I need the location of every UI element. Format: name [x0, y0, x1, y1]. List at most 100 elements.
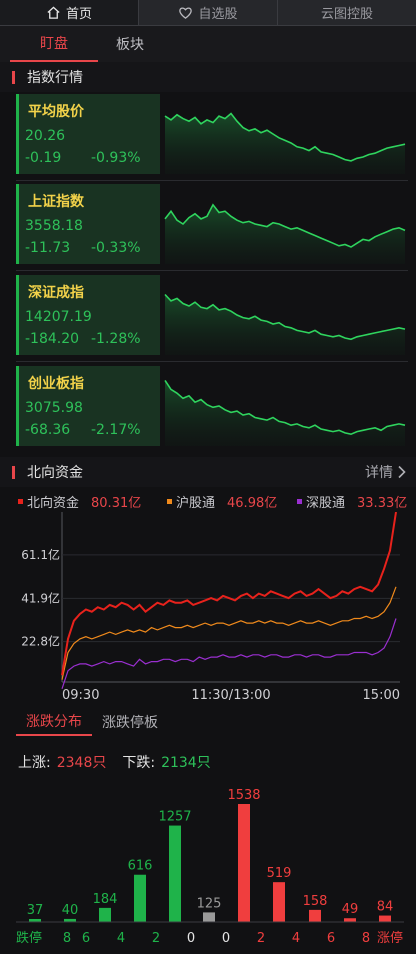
legend-label: 沪股通 — [176, 496, 216, 511]
index-name: 创业板指 — [28, 376, 84, 392]
series-line — [61, 618, 397, 689]
spark-area — [165, 380, 405, 446]
index-row[interactable]: 上证指数 3558.18 -11.73 -0.33% — [16, 184, 408, 268]
y-tick-label: 41.9亿 — [21, 590, 60, 605]
index-sparkline — [164, 203, 406, 264]
index-sparkline — [164, 112, 406, 174]
sub-tabs: 盯盘 板块 — [0, 26, 416, 62]
x-category-label: 涨停 — [377, 930, 403, 946]
legend-value: 80.31亿 — [91, 496, 142, 511]
index-name: 深证成指 — [28, 285, 84, 301]
index-card: 创业板指 3075.98 -68.36 -2.17% — [16, 366, 160, 446]
bar-value-label: 40 — [62, 903, 79, 918]
tab-home[interactable]: 首页 — [0, 0, 139, 25]
tab-watchlist[interactable]: 自选股 — [139, 0, 278, 25]
index-card: 平均股价 20.26 -0.19 -0.93% — [16, 94, 160, 174]
distribution-chart: 37 401846161257125153851915849 84跌停 8 6 4 2 0 0 2… — [16, 788, 404, 946]
bar — [309, 909, 321, 922]
index-card: 深证成指 14207.19 -184.20 -1.28% — [16, 275, 160, 355]
bar — [99, 907, 111, 922]
legend-label: 深股通 — [306, 496, 346, 511]
north-capital-chart: 61.1亿 41.9亿 22.8亿 09:30 11:30/13:00 15:00 — [21, 512, 400, 703]
index-row[interactable]: 平均股价 20.26 -0.19 -0.93% — [16, 94, 408, 178]
x-tick-label: 09:30 — [62, 688, 99, 703]
details-link[interactable]: 详情 — [365, 462, 406, 482]
index-row[interactable]: 创业板指 3075.98 -68.36 -2.17% — [16, 366, 408, 450]
x-category-label: 6 — [82, 931, 90, 946]
bar-value-label: 1257 — [158, 810, 191, 825]
index-change: -184.20 — [25, 331, 80, 347]
spark-area — [165, 204, 405, 264]
bar-value-label: 616 — [128, 859, 153, 874]
legend-value: 33.33亿 — [357, 496, 408, 511]
y-tick-label: 22.8亿 — [21, 634, 60, 649]
bar — [134, 874, 146, 922]
index-name: 上证指数 — [28, 194, 84, 210]
tab-distribution[interactable]: 涨跌分布 — [16, 708, 92, 736]
north-section-header: 北向资金 详情 — [0, 457, 416, 487]
bar — [273, 882, 285, 922]
index-percent: -1.28% — [91, 331, 141, 347]
index-price: 20.26 — [25, 128, 66, 144]
bar — [169, 825, 181, 922]
index-name: 平均股价 — [28, 104, 84, 120]
bar-value-label: 84 — [377, 900, 394, 915]
up-count: 2348只 — [56, 755, 107, 771]
down-label: 下跌: — [122, 755, 156, 771]
index-price: 3075.98 — [25, 400, 83, 416]
x-category-label: 4 — [117, 931, 125, 946]
index-section-title: 指数行情 — [27, 70, 83, 86]
north-legend: 北向资金 80.31亿 沪股通 46.98亿 深股通 33.33亿 — [0, 490, 416, 512]
bar — [379, 915, 391, 922]
bar — [203, 912, 215, 922]
chevron-right-icon — [398, 465, 406, 479]
section-marker — [12, 465, 15, 479]
index-percent: -0.93% — [91, 150, 141, 166]
legend-swatch — [167, 499, 172, 504]
bar-value-label: 125 — [197, 896, 222, 911]
top-nav: 首页 自选股 云图控股 — [0, 0, 416, 26]
distribution-tabs: 涨跌分布 涨跌停板 — [0, 708, 416, 736]
x-category-label: 8 — [362, 931, 370, 946]
index-row[interactable]: 深证成指 14207.19 -184.20 -1.28% — [16, 275, 408, 359]
x-category-label: 6 — [327, 931, 335, 946]
x-category-label: 2 — [257, 931, 265, 946]
x-category-label: 4 — [292, 931, 300, 946]
updown-summary: 上涨: 2348只 下跌: 2134只 — [18, 752, 211, 772]
series-line — [61, 512, 397, 676]
index-price: 3558.18 — [25, 218, 83, 234]
x-category-label: 跌停 — [16, 930, 42, 946]
bar-value-label: 519 — [267, 866, 292, 881]
tab-stock[interactable]: 云图控股 — [278, 0, 416, 25]
home-icon — [47, 6, 60, 19]
subtab-sectors[interactable]: 板块 — [98, 26, 162, 62]
tab-limit-board[interactable]: 涨跌停板 — [102, 708, 158, 736]
details-label: 详情 — [365, 465, 393, 481]
index-card: 上证指数 3558.18 -11.73 -0.33% — [16, 184, 160, 264]
index-change: -0.19 — [25, 150, 62, 166]
index-percent: -2.17% — [91, 422, 141, 438]
divider — [16, 270, 408, 271]
down-count: 2134只 — [161, 755, 211, 771]
legend-swatch — [297, 499, 302, 504]
bar — [344, 918, 356, 922]
subtab-watch[interactable]: 盯盘 — [10, 26, 98, 62]
legend-item-sz: 深股通 33.33亿 — [297, 492, 407, 511]
index-change: -11.73 — [25, 240, 71, 256]
index-sparkline — [164, 293, 406, 355]
divider — [16, 361, 408, 362]
bar — [238, 804, 250, 922]
index-section-header: 指数行情 — [0, 62, 416, 92]
index-price: 14207.19 — [25, 309, 92, 325]
legend-value: 46.98亿 — [227, 496, 278, 511]
spark-area — [165, 294, 405, 355]
bar-value-label: 184 — [93, 892, 118, 907]
x-category-label: 0 — [222, 931, 230, 946]
bar-value-label: 37 — [27, 903, 44, 918]
heart-icon — [179, 7, 193, 19]
x-category-label: 2 — [152, 931, 160, 946]
spark-area — [165, 113, 405, 174]
x-category-label: 0 — [187, 931, 195, 946]
bar-value-label: 1538 — [227, 788, 260, 803]
legend-item-sh: 沪股通 46.98亿 — [167, 492, 277, 511]
